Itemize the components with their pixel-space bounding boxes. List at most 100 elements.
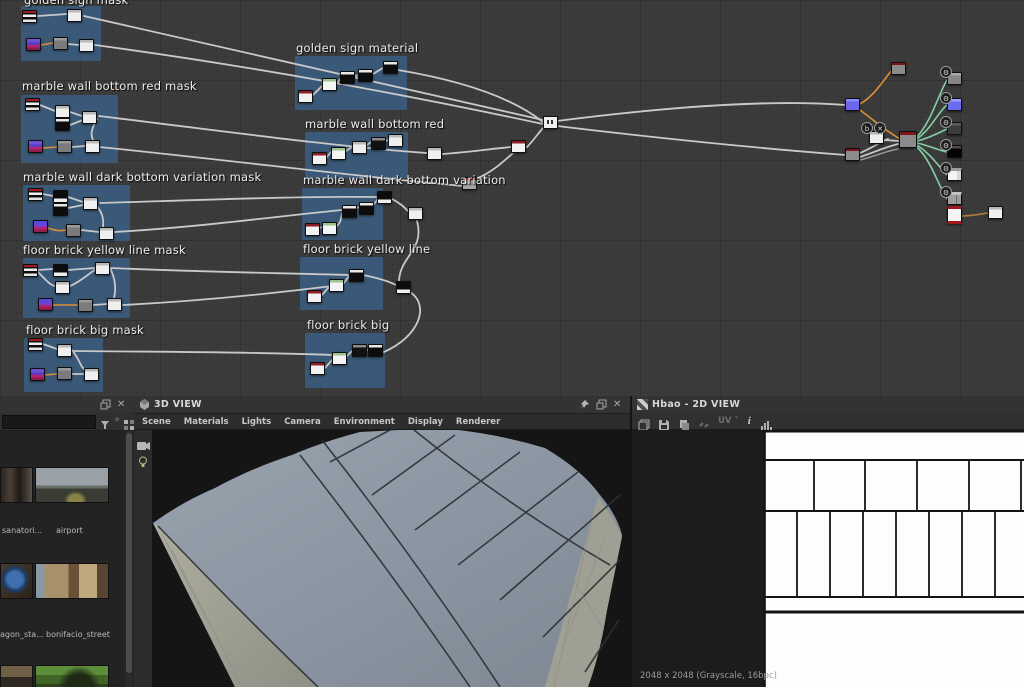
float-window-icon[interactable] <box>596 399 607 410</box>
graph-node[interactable] <box>340 71 355 84</box>
graph-node[interactable] <box>99 227 114 240</box>
graph-node[interactable] <box>543 116 558 129</box>
graph-node[interactable] <box>377 191 392 204</box>
library-thumbnail[interactable] <box>0 665 33 687</box>
camera-icon[interactable] <box>137 436 150 450</box>
filter-funnel-icon[interactable] <box>100 416 111 429</box>
graph-node[interactable] <box>310 362 325 375</box>
graph-node[interactable] <box>298 90 313 103</box>
graph-node[interactable] <box>57 140 72 153</box>
graph-node[interactable] <box>85 140 100 153</box>
graph-node[interactable] <box>83 197 98 210</box>
graph-node[interactable] <box>53 264 68 277</box>
close-icon[interactable]: ✕ <box>117 399 128 410</box>
graph-node[interactable] <box>55 105 70 118</box>
favorites-star-icon[interactable]: ★ <box>113 415 124 426</box>
graph-node[interactable] <box>95 262 110 275</box>
library-scrollbar[interactable] <box>126 431 132 687</box>
graph-node[interactable] <box>78 299 93 312</box>
graph-node[interactable] <box>53 37 68 50</box>
graph-node[interactable] <box>388 134 403 147</box>
graph-node[interactable] <box>371 137 386 150</box>
graph-node[interactable] <box>38 298 53 311</box>
graph-node[interactable] <box>396 281 411 294</box>
uv-dropdown[interactable]: UV ˅ <box>718 416 739 426</box>
node-group-label: floor brick big <box>307 318 390 332</box>
graph-node[interactable] <box>67 9 82 22</box>
graph-node[interactable] <box>947 206 962 224</box>
menu-item-lights[interactable]: Lights <box>242 417 272 427</box>
graph-node[interactable] <box>26 38 41 51</box>
graph-node[interactable] <box>28 188 43 201</box>
graph-node[interactable] <box>368 344 383 357</box>
graph-node[interactable] <box>332 352 347 365</box>
graph-node[interactable] <box>352 344 367 357</box>
menu-item-display[interactable]: Display <box>408 417 443 427</box>
output-node-icon: ⚙ <box>940 186 952 198</box>
graph-node[interactable] <box>55 281 70 294</box>
graph-node[interactable] <box>349 269 364 282</box>
graph-node[interactable] <box>82 111 97 124</box>
graph-node[interactable] <box>331 147 346 160</box>
graph-node[interactable] <box>305 223 320 236</box>
3d-viewport[interactable] <box>152 430 630 687</box>
graph-node[interactable] <box>79 39 94 52</box>
graph-node[interactable] <box>427 147 442 160</box>
graph-node[interactable] <box>22 10 37 23</box>
graph-node[interactable] <box>28 140 43 153</box>
2d-viewport[interactable]: 2048 x 2048 (Grayscale, 16bpc) <box>632 430 1024 687</box>
copy-icon[interactable] <box>678 416 689 430</box>
library-thumbnail[interactable] <box>35 563 109 599</box>
float-window-icon[interactable] <box>100 399 111 410</box>
graph-node[interactable] <box>342 205 357 218</box>
graph-node[interactable] <box>845 148 860 161</box>
new-view-icon[interactable] <box>638 416 650 430</box>
graph-node[interactable] <box>322 78 337 91</box>
search-input[interactable] <box>2 415 96 429</box>
graph-node[interactable] <box>66 224 81 237</box>
menu-item-scene[interactable]: Scene <box>142 417 171 427</box>
lightbulb-icon[interactable] <box>138 454 149 467</box>
graph-node[interactable] <box>408 207 423 220</box>
graph-node[interactable] <box>57 344 72 357</box>
close-icon[interactable]: ✕ <box>613 399 624 410</box>
graph-node[interactable] <box>359 202 374 215</box>
menu-item-camera[interactable]: Camera <box>284 417 321 427</box>
graph-node[interactable] <box>322 222 337 235</box>
graph-node[interactable] <box>988 206 1003 219</box>
graph-node[interactable] <box>329 279 344 292</box>
graph-node[interactable] <box>891 62 906 75</box>
menu-item-materials[interactable]: Materials <box>184 417 229 427</box>
graph-node[interactable] <box>25 98 40 111</box>
graph-node[interactable] <box>107 298 122 311</box>
info-icon[interactable]: i <box>748 415 751 427</box>
graph-node[interactable] <box>84 368 99 381</box>
graph-node[interactable] <box>312 152 327 165</box>
library-thumbnail[interactable] <box>0 467 33 503</box>
graph-node[interactable] <box>845 98 860 111</box>
save-icon[interactable] <box>658 416 669 430</box>
link-icon[interactable] <box>698 416 709 428</box>
graph-node[interactable] <box>53 203 68 216</box>
graph-node[interactable] <box>30 368 45 381</box>
graph-node[interactable] <box>352 141 367 154</box>
graph-node[interactable] <box>358 69 373 82</box>
graph-node[interactable] <box>57 367 72 380</box>
graph-node[interactable] <box>33 220 48 233</box>
graph-node[interactable] <box>28 338 43 351</box>
graph-node[interactable] <box>55 118 70 131</box>
graph-node[interactable] <box>511 140 526 153</box>
graph-node[interactable] <box>53 190 68 203</box>
histogram-icon[interactable] <box>760 416 772 431</box>
node-graph-canvas[interactable]: ⚙ ⚙ ⚙ ⚙ ⚙ ⚙ b ✕ golden sign mask marble wall bot… <box>0 0 1024 398</box>
library-thumbnail[interactable] <box>35 665 109 687</box>
graph-node[interactable] <box>307 290 322 303</box>
graph-node[interactable] <box>23 264 38 277</box>
graph-node[interactable] <box>899 131 917 148</box>
menu-item-renderer[interactable]: Renderer <box>456 417 500 427</box>
graph-node[interactable] <box>383 61 398 74</box>
menu-item-environment[interactable]: Environment <box>334 417 395 427</box>
library-thumbnail[interactable] <box>0 563 33 599</box>
library-thumbnail[interactable] <box>35 467 109 503</box>
pin-icon[interactable] <box>579 399 590 410</box>
